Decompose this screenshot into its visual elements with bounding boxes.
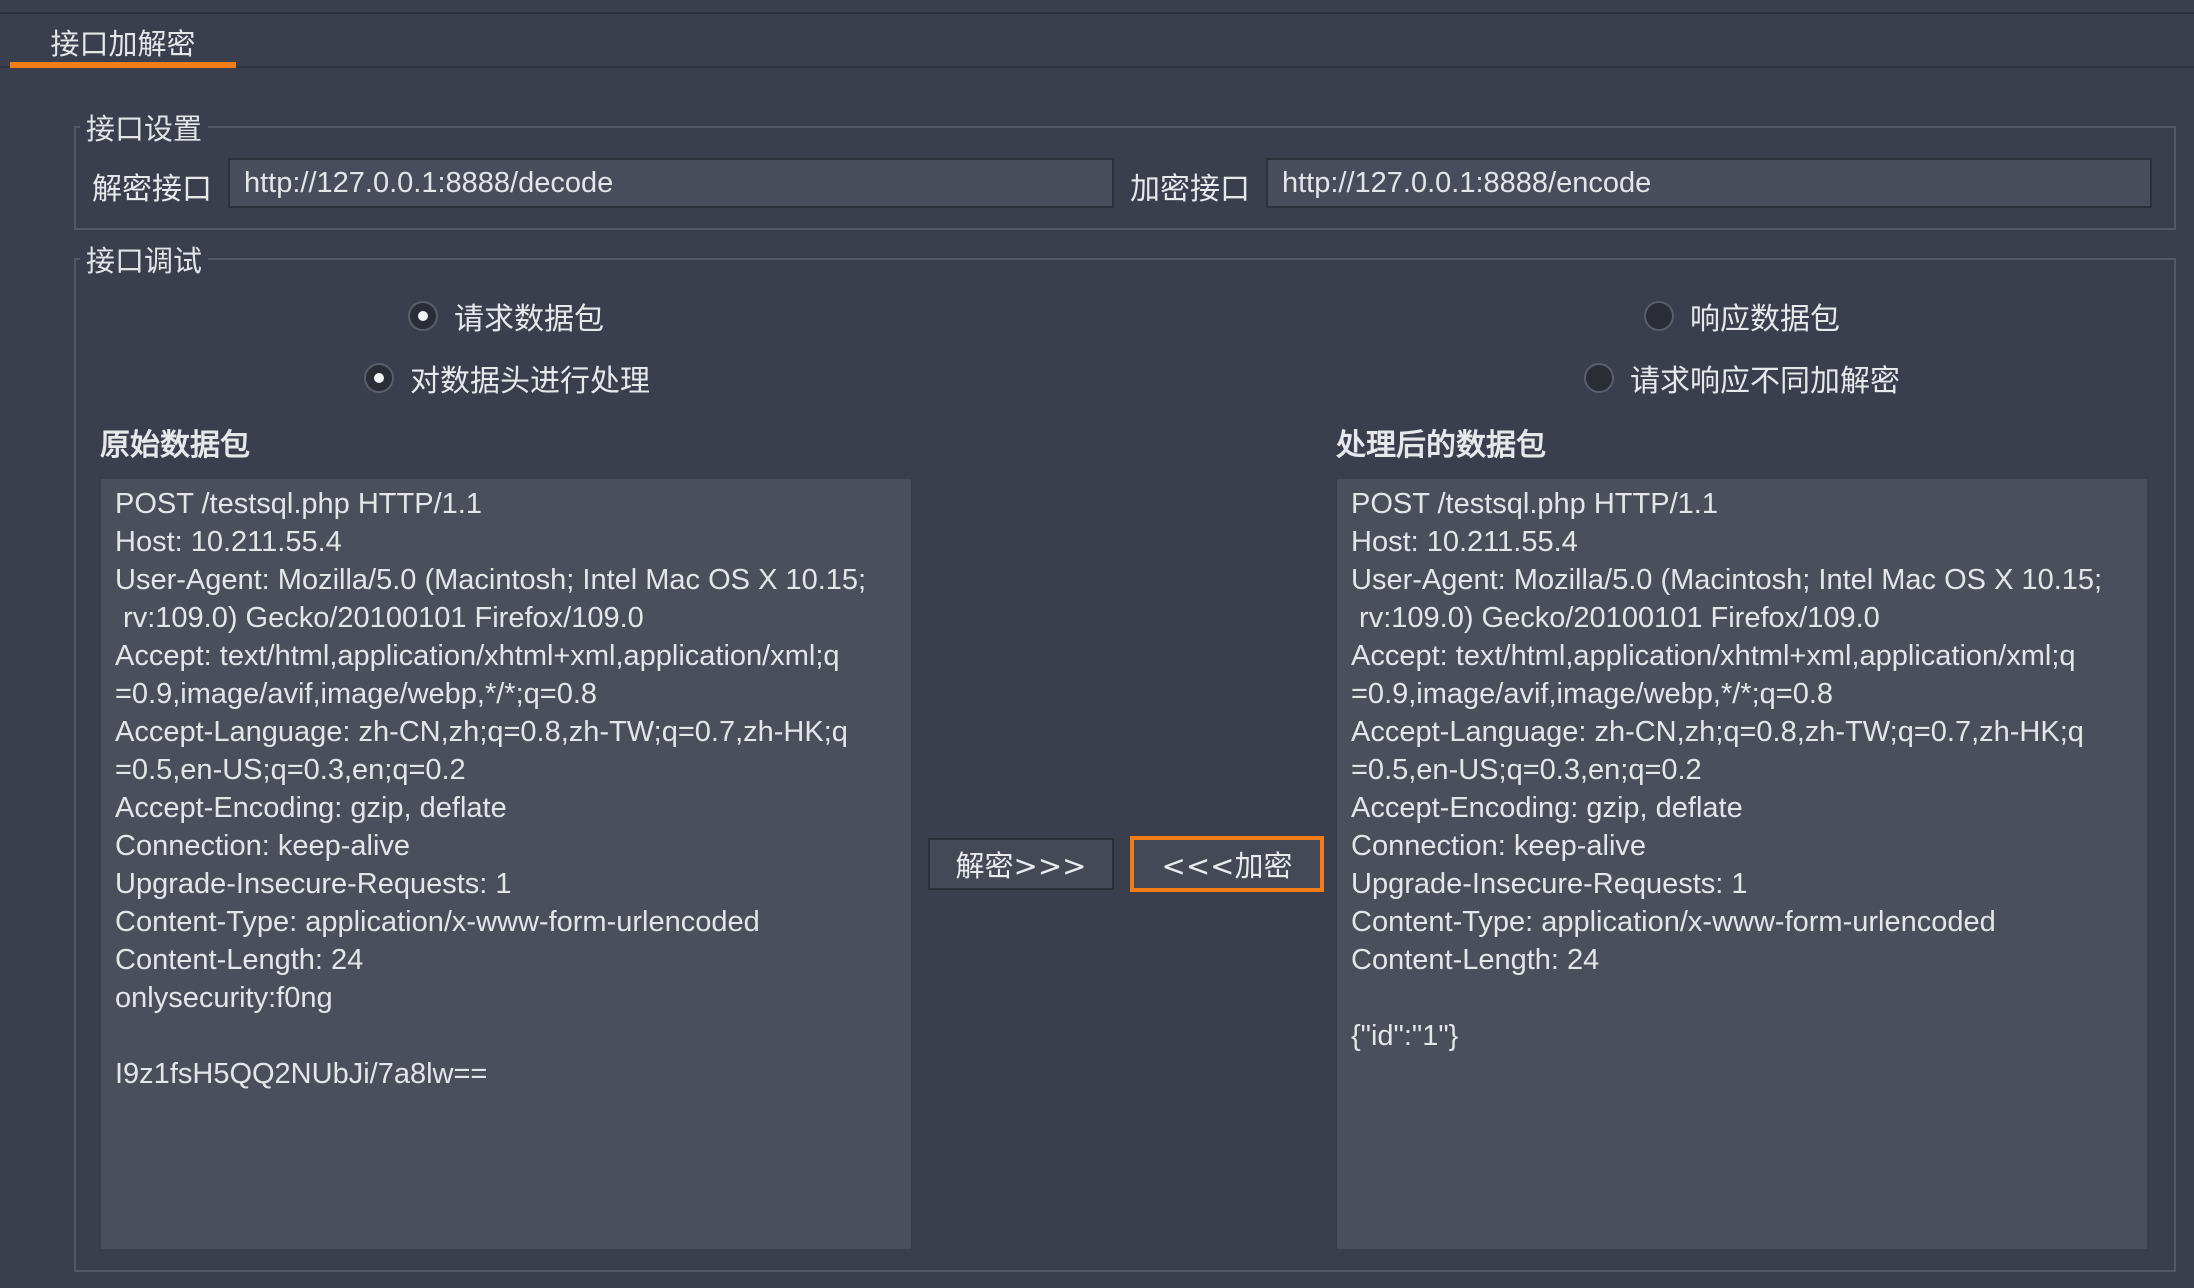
packet-line bbox=[1351, 979, 2133, 1017]
encode-url-input[interactable] bbox=[1266, 158, 2152, 208]
radio-headers-label: 对数据头进行处理 bbox=[410, 364, 650, 399]
radio-response-label: 响应数据包 bbox=[1690, 302, 1840, 337]
processed-packet-title: 处理后的数据包 bbox=[1336, 428, 1546, 463]
packet-line: Content-Length: 24 bbox=[1351, 944, 1600, 976]
radio-headers-dot[interactable] bbox=[364, 363, 394, 393]
decode-url-label: 解密接口 bbox=[92, 172, 212, 207]
packet-line: =0.5,en-US;q=0.3,en;q=0.2 bbox=[115, 754, 466, 786]
decode-url-input[interactable] bbox=[228, 158, 1114, 208]
packet-line: I9z1fsH5QQ2NUbJi/7a8lw== bbox=[115, 1058, 488, 1090]
processed-packet-textarea[interactable]: POST /testsql.php HTTP/1.1 Host: 10.211.5… bbox=[1336, 478, 2148, 1250]
radio-request-dot[interactable] bbox=[408, 301, 438, 331]
packet-line: POST /testsql.php HTTP/1.1 bbox=[115, 488, 482, 520]
packet-line bbox=[115, 1017, 897, 1055]
tab-label: 接口加解密 bbox=[50, 27, 196, 61]
interface-debug-legend: 接口调试 bbox=[86, 244, 203, 278]
packet-line: {"id":"1"} bbox=[1351, 1020, 1459, 1052]
packet-line: Accept-Encoding: gzip, deflate bbox=[115, 792, 507, 824]
radio-request-label: 请求数据包 bbox=[454, 302, 604, 337]
packet-line: User-Agent: Mozilla/5.0 (Macintosh; Inte… bbox=[115, 564, 867, 596]
radio-different-label: 请求响应不同加解密 bbox=[1630, 364, 1900, 399]
packet-line: Accept: text/html,application/xhtml+xml,… bbox=[1351, 640, 2076, 672]
radio-response-dot[interactable] bbox=[1644, 301, 1674, 331]
title-divider bbox=[0, 12, 2194, 14]
packet-line: Accept-Language: zh-CN,zh;q=0.8,zh-TW;q=… bbox=[115, 716, 848, 748]
tab-interface-crypto[interactable]: 接口加解密 bbox=[10, 16, 236, 68]
packet-line: Accept-Language: zh-CN,zh;q=0.8,zh-TW;q=… bbox=[1351, 716, 2084, 748]
radio-request-packet[interactable]: 请求数据包 bbox=[408, 294, 604, 338]
packet-line: Accept: text/html,application/xhtml+xml,… bbox=[115, 640, 840, 672]
packet-line: Accept-Encoding: gzip, deflate bbox=[1351, 792, 1743, 824]
packet-line: rv:109.0) Gecko/20100101 Firefox/109.0 bbox=[115, 602, 644, 634]
packet-line: Content-Type: application/x-www-form-url… bbox=[115, 906, 760, 938]
packet-line: =0.5,en-US;q=0.3,en;q=0.2 bbox=[1351, 754, 1702, 786]
packet-line: Connection: keep-alive bbox=[115, 830, 411, 862]
packet-line: Content-Length: 24 bbox=[115, 944, 364, 976]
app-window: 接口加解密 接口设置 解密接口 加密接口 接口调试 请求数据包 响应数据包 对数… bbox=[0, 0, 2194, 1288]
original-packet-title: 原始数据包 bbox=[100, 428, 250, 463]
packet-line: Connection: keep-alive bbox=[1351, 830, 1647, 862]
encode-url-label: 加密接口 bbox=[1130, 172, 1250, 207]
packet-line: User-Agent: Mozilla/5.0 (Macintosh; Inte… bbox=[1351, 564, 2103, 596]
encrypt-button[interactable]: <<<加密 bbox=[1130, 836, 1324, 892]
packet-line: POST /testsql.php HTTP/1.1 bbox=[1351, 488, 1718, 520]
packet-line: Upgrade-Insecure-Requests: 1 bbox=[115, 868, 512, 900]
radio-response-packet[interactable]: 响应数据包 bbox=[1644, 294, 1840, 338]
radio-process-headers[interactable]: 对数据头进行处理 bbox=[364, 356, 650, 400]
packet-line: Upgrade-Insecure-Requests: 1 bbox=[1351, 868, 1748, 900]
radio-different-dot[interactable] bbox=[1584, 363, 1614, 393]
packet-line: rv:109.0) Gecko/20100101 Firefox/109.0 bbox=[1351, 602, 1880, 634]
decrypt-button[interactable]: 解密>>> bbox=[928, 838, 1114, 890]
packet-line: onlysecurity:f0ng bbox=[115, 982, 333, 1014]
packet-line: Content-Type: application/x-www-form-url… bbox=[1351, 906, 1996, 938]
tab-strip-divider bbox=[0, 66, 2194, 68]
packet-line: =0.9,image/avif,image/webp,*/*;q=0.8 bbox=[115, 678, 598, 710]
interface-settings-legend: 接口设置 bbox=[86, 112, 203, 146]
radio-different-crypto[interactable]: 请求响应不同加解密 bbox=[1584, 356, 1900, 400]
original-packet-textarea[interactable]: POST /testsql.php HTTP/1.1 Host: 10.211.5… bbox=[100, 478, 912, 1250]
packet-line: Host: 10.211.55.4 bbox=[115, 526, 342, 558]
packet-line: =0.9,image/avif,image/webp,*/*;q=0.8 bbox=[1351, 678, 1834, 710]
active-tab-indicator bbox=[10, 62, 236, 68]
packet-line: Host: 10.211.55.4 bbox=[1351, 526, 1578, 558]
